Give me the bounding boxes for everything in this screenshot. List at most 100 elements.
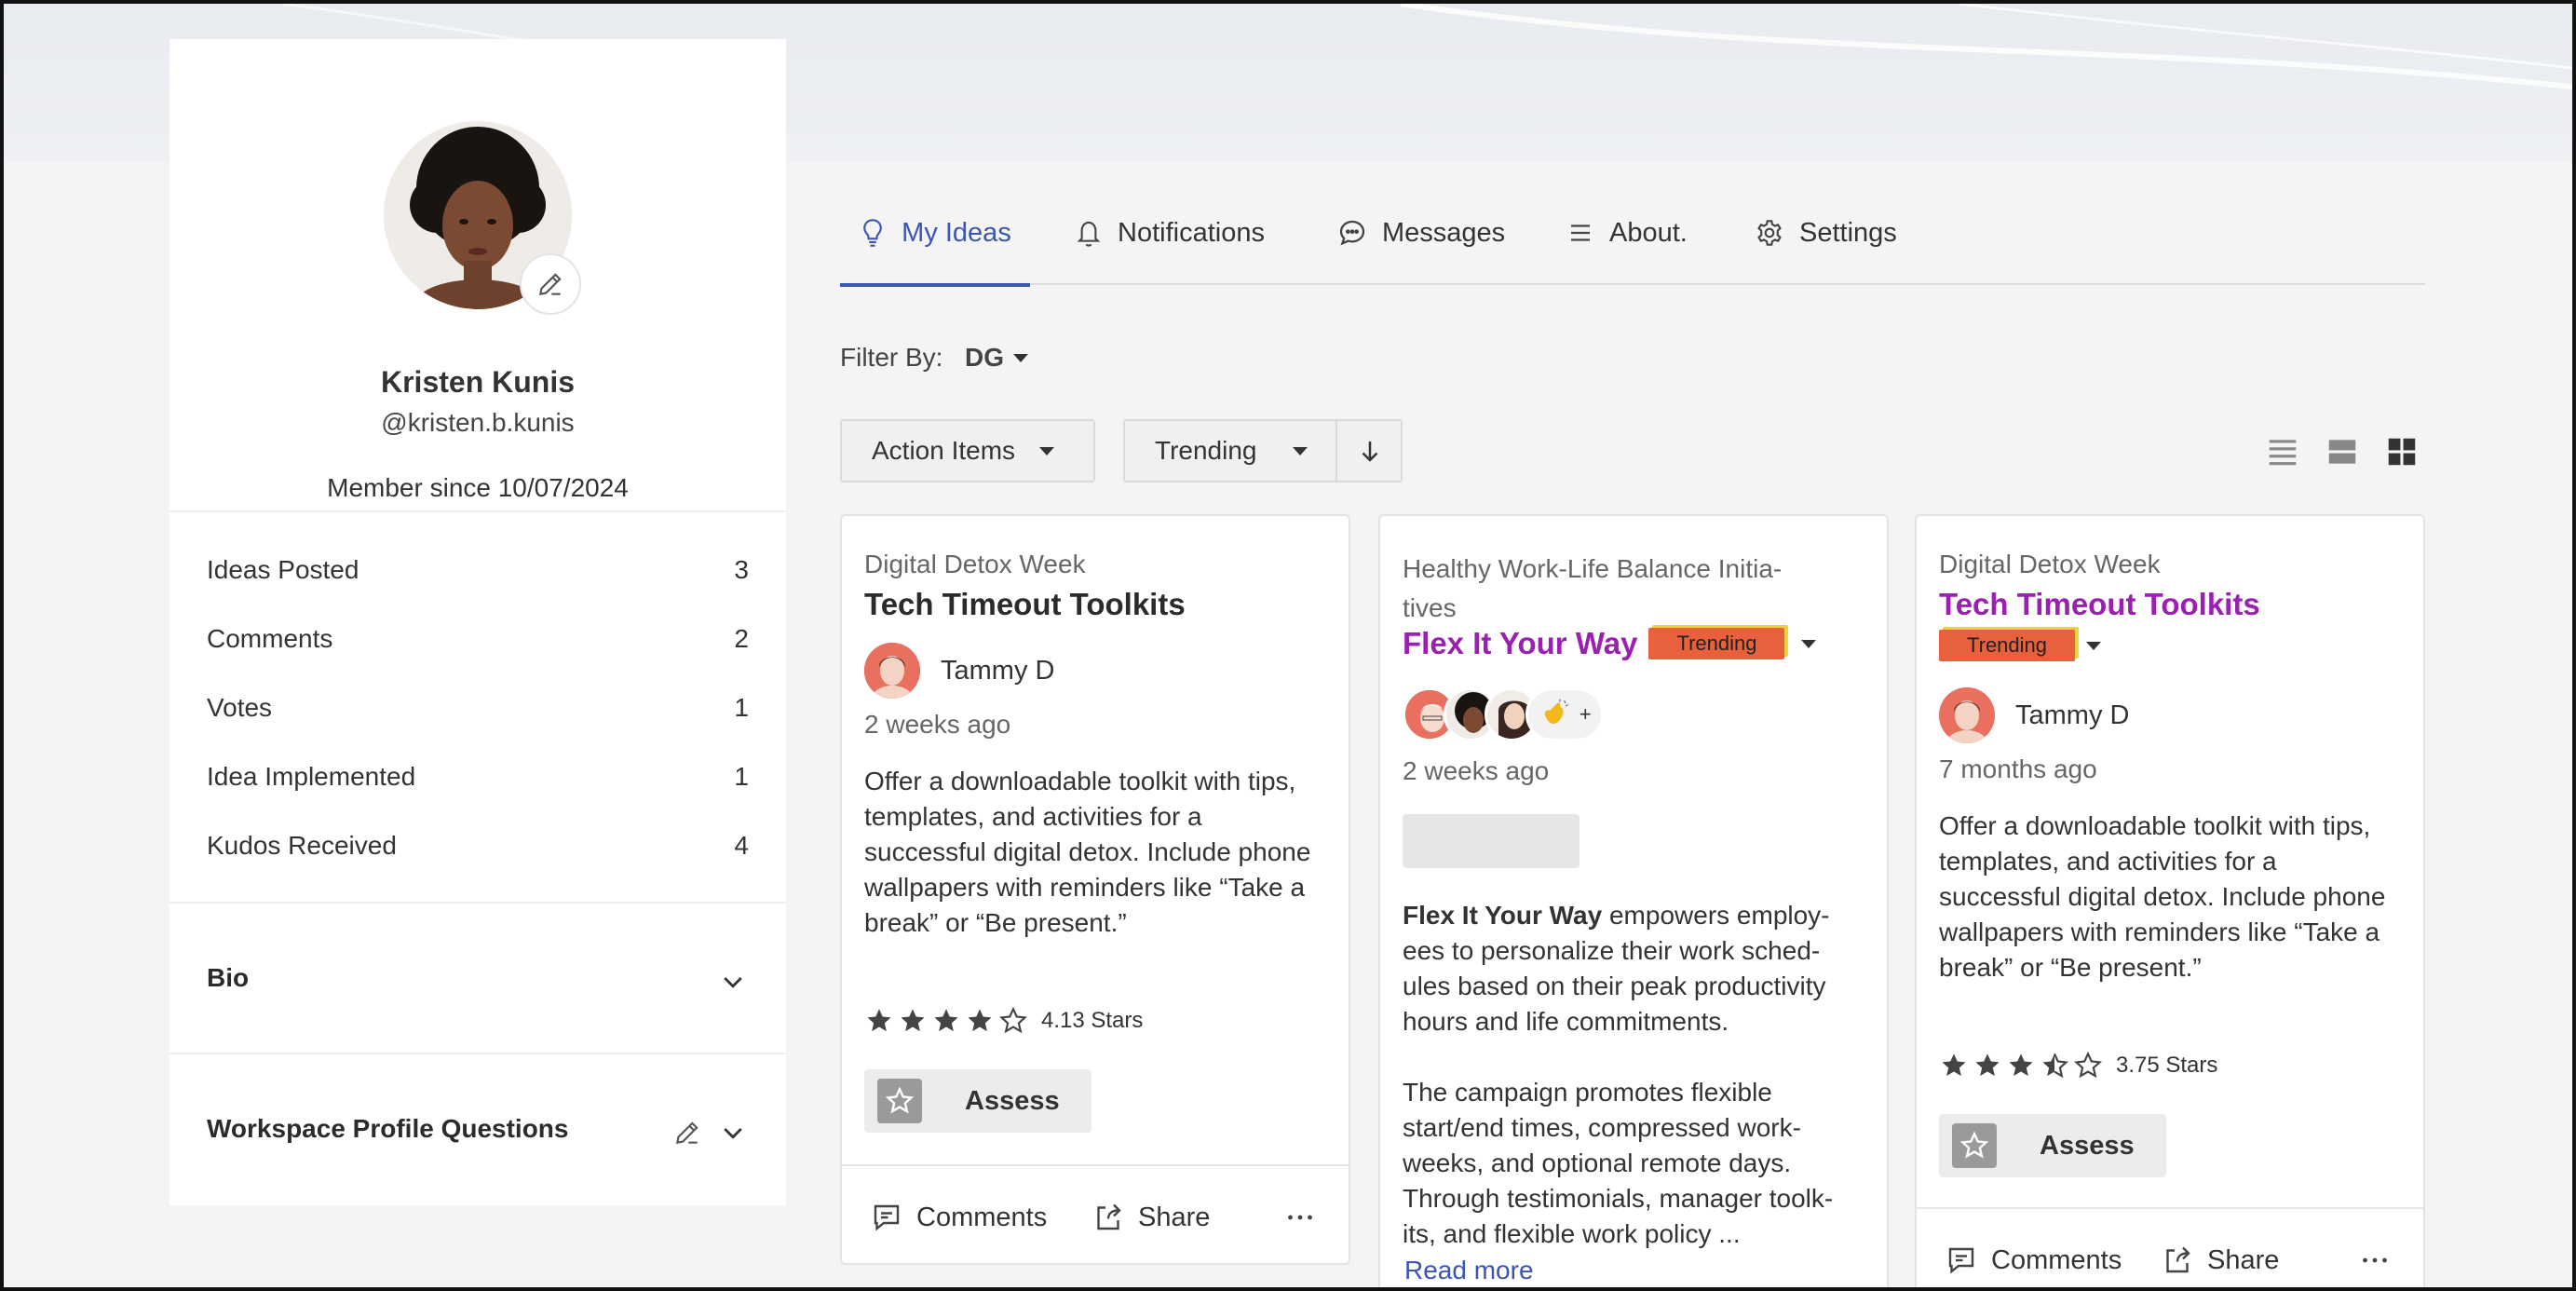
divider bbox=[169, 902, 786, 904]
idea-card[interactable]: Healthy Work-Life Balance Initia- tives … bbox=[1378, 514, 1889, 1287]
clapping-hands-icon bbox=[1545, 699, 1569, 725]
sort-dropdown[interactable]: Trending bbox=[1123, 419, 1403, 482]
stat-label: Idea Implemented bbox=[207, 762, 416, 791]
desc-text: start/end times, compressed work- bbox=[1403, 1113, 1801, 1142]
stat-row-votes: Votes 1 bbox=[207, 693, 749, 723]
edit-avatar-button[interactable] bbox=[520, 253, 581, 315]
tab-label: Settings bbox=[1799, 217, 1897, 248]
avatar bbox=[1939, 687, 1995, 743]
desc-bold: Flex It Your Way bbox=[1403, 901, 1603, 930]
category-line: Healthy Work-Life Balance Initia- bbox=[1403, 554, 1783, 583]
profile-sidebar: Kristen Kunis @kristen.b.kunis Member si… bbox=[169, 39, 786, 1205]
card-title[interactable]: Tech Timeout Toolkits bbox=[1939, 587, 2260, 622]
comments-button[interactable]: Comments bbox=[870, 1166, 1047, 1263]
card-time: 2 weeks ago bbox=[864, 710, 1011, 739]
tab-messages[interactable]: Messages bbox=[1337, 181, 1505, 285]
card-title-row[interactable]: Flex It Your Way Trending bbox=[1403, 626, 1817, 661]
bell-icon bbox=[1077, 221, 1101, 247]
caret-down-icon[interactable] bbox=[2086, 641, 2102, 650]
trending-badge: Trending bbox=[1939, 630, 2076, 661]
more-horizontal-icon bbox=[1288, 1215, 1312, 1220]
action-items-dropdown[interactable]: Action Items bbox=[840, 419, 1095, 482]
author-name: Tammy D bbox=[2015, 700, 2130, 730]
chat-bubble-icon bbox=[1339, 220, 1365, 246]
card-description: Offer a downloadable toolkit with tips, … bbox=[864, 767, 1311, 937]
star-outline-icon bbox=[998, 1006, 1028, 1034]
action-items-label: Action Items bbox=[872, 436, 1016, 465]
filter-label: Filter By: bbox=[840, 343, 943, 372]
view-switcher bbox=[2265, 434, 2420, 469]
stat-row-idea-implemented: Idea Implemented 1 bbox=[207, 762, 749, 792]
share-icon bbox=[2166, 1246, 2190, 1273]
tab-label: Notifications bbox=[1118, 217, 1265, 248]
card-time: 7 months ago bbox=[1939, 754, 2097, 783]
contributors-avatars[interactable]: + bbox=[1403, 687, 1604, 741]
more-contributors-pill[interactable]: + bbox=[1525, 687, 1604, 741]
lightbulb-icon bbox=[863, 219, 882, 247]
more-count: + bbox=[1579, 702, 1592, 726]
idea-card[interactable]: Digital Detox Week Tech Timeout Toolkits… bbox=[840, 514, 1350, 1265]
card-badge-row: Trending bbox=[1939, 630, 2102, 661]
tab-about[interactable]: About. bbox=[1566, 181, 1688, 285]
arrow-down-icon[interactable] bbox=[1356, 437, 1384, 465]
star-icon bbox=[1952, 1123, 1997, 1168]
share-button[interactable]: Share bbox=[2161, 1209, 2279, 1287]
desc-text: its, and flexible work policy ... bbox=[1403, 1219, 1741, 1248]
chevron-down-icon[interactable] bbox=[719, 1120, 747, 1148]
chevron-down-icon[interactable] bbox=[719, 969, 747, 997]
stat-value: 1 bbox=[734, 693, 749, 722]
star-filled-icon bbox=[867, 1009, 891, 1032]
star-filled-icon bbox=[1975, 1053, 2000, 1077]
desc-spacer bbox=[1403, 1040, 1868, 1075]
card-author[interactable]: Tammy D bbox=[1939, 687, 2129, 743]
tab-label: Messages bbox=[1382, 217, 1506, 248]
card-author[interactable]: Tammy D bbox=[864, 643, 1054, 699]
profile-name: Kristen Kunis bbox=[380, 365, 576, 399]
assess-button[interactable]: Assess bbox=[1939, 1114, 2166, 1177]
tab-settings[interactable]: Settings bbox=[1755, 181, 1897, 285]
stat-value: 3 bbox=[734, 555, 749, 584]
stat-label: Votes bbox=[207, 693, 273, 722]
grid-view-icon[interactable] bbox=[2384, 434, 2420, 469]
more-options-button[interactable] bbox=[1283, 1166, 1317, 1263]
stat-value: 2 bbox=[734, 624, 749, 653]
star-half-icon bbox=[2042, 1053, 2069, 1079]
card-title[interactable]: Tech Timeout Toolkits bbox=[864, 587, 1186, 622]
category-line: tives bbox=[1403, 593, 1457, 622]
list-view-icon[interactable] bbox=[2265, 434, 2300, 469]
assess-button[interactable]: Assess bbox=[864, 1069, 1091, 1133]
tab-label: My Ideas bbox=[902, 217, 1011, 248]
tab-label: About. bbox=[1609, 217, 1688, 248]
card-title[interactable]: Flex It Your Way bbox=[1403, 626, 1637, 661]
stat-label: Ideas Posted bbox=[207, 555, 359, 584]
share-label: Share bbox=[1138, 1202, 1211, 1232]
filter-value: DG bbox=[965, 343, 1004, 372]
workspace-section-title[interactable]: Workspace Profile Questions bbox=[207, 1114, 569, 1144]
more-options-button[interactable] bbox=[2358, 1209, 2392, 1287]
idea-card[interactable]: Digital Detox Week Tech Timeout Toolkits… bbox=[1915, 514, 2425, 1287]
profile-handle: @kristen.b.kunis bbox=[381, 408, 575, 437]
member-since: Member since 10/07/2024 bbox=[327, 473, 629, 502]
tab-my-ideas[interactable]: My Ideas bbox=[840, 181, 1030, 287]
share-button[interactable]: Share bbox=[1091, 1166, 1211, 1263]
desc-text: hours and life commitments. bbox=[1403, 1007, 1729, 1036]
caret-down-icon[interactable] bbox=[1801, 639, 1817, 648]
stat-value: 4 bbox=[734, 831, 749, 860]
desc-text: ules based on their peak productivity bbox=[1403, 972, 1826, 1000]
filter-dropdown[interactable]: DG bbox=[965, 343, 1028, 373]
tab-notifications[interactable]: Notifications bbox=[1075, 181, 1265, 285]
comments-label: Comments bbox=[1991, 1244, 2122, 1275]
bio-section-title[interactable]: Bio bbox=[207, 963, 249, 993]
profile-tabs: My Ideas Notifications Messages About. S… bbox=[840, 181, 2425, 287]
comment-icon bbox=[874, 1204, 900, 1231]
star-icon bbox=[877, 1079, 922, 1123]
desc-text: ees to personalize their work sched- bbox=[1403, 936, 1821, 965]
pencil-icon[interactable] bbox=[672, 1118, 702, 1148]
comment-icon bbox=[1948, 1247, 1974, 1274]
read-more-link[interactable]: Read more bbox=[1404, 1256, 1534, 1285]
comments-button[interactable]: Comments bbox=[1945, 1209, 2122, 1287]
star-filled-icon bbox=[901, 1009, 925, 1032]
caret-down-icon bbox=[1293, 446, 1308, 455]
stat-row-kudos-received: Kudos Received 4 bbox=[207, 831, 749, 861]
compact-view-icon[interactable] bbox=[2325, 434, 2360, 469]
